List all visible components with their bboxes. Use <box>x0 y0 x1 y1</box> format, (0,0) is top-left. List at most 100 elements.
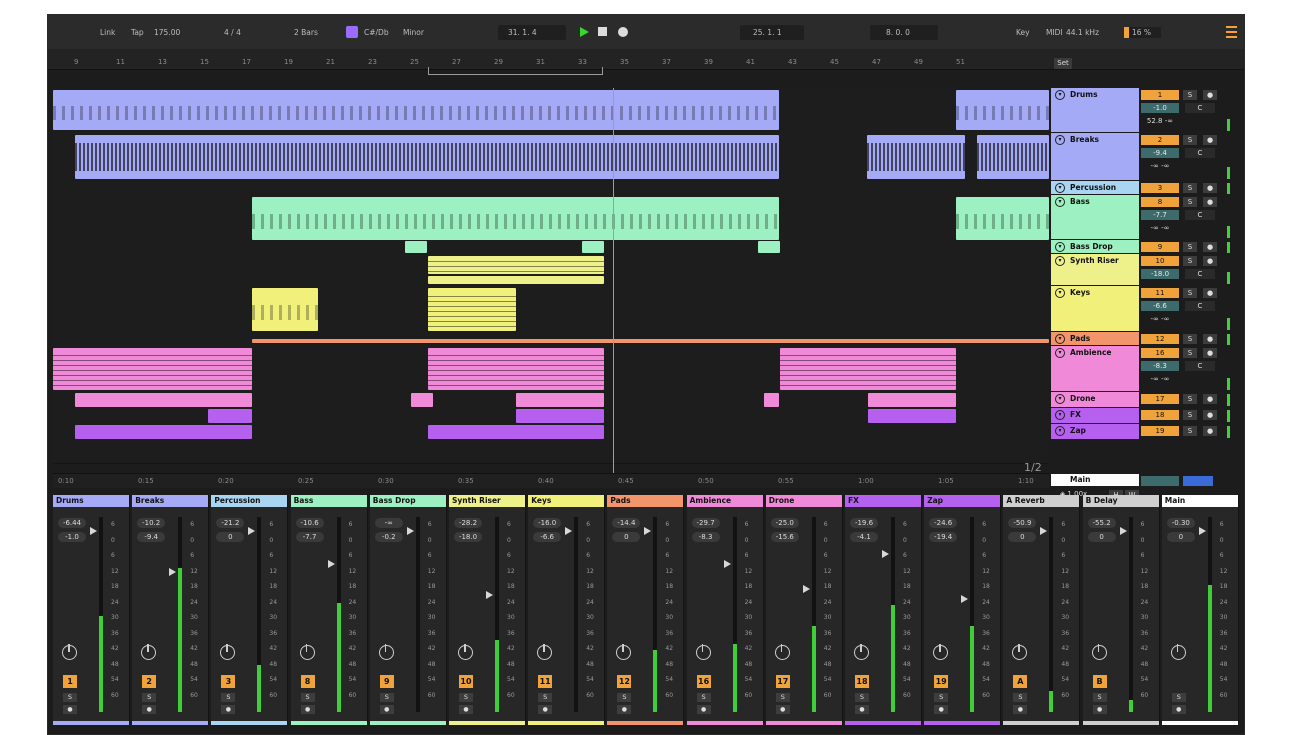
track-header[interactable]: ▾ Synth Riser <box>1051 254 1139 286</box>
volume-fader[interactable] <box>882 550 889 558</box>
main-track-header[interactable]: Main <box>1051 474 1139 486</box>
loop-length[interactable]: 8. 0. 0 <box>886 28 910 38</box>
set-button[interactable]: Set <box>1054 58 1072 69</box>
strip-name[interactable]: Drums <box>53 495 129 507</box>
clip-bass[interactable] <box>956 197 1049 240</box>
strip-volume-value[interactable]: -0.2 <box>374 532 403 542</box>
track-header[interactable]: ▾ Zap <box>1051 424 1139 440</box>
strip-volume-value[interactable]: -6.6 <box>533 532 562 542</box>
arm-button[interactable]: ● <box>934 705 949 714</box>
arm-button[interactable]: ● <box>1203 288 1217 298</box>
fold-icon[interactable]: ▾ <box>1055 197 1065 207</box>
solo-button[interactable]: S <box>1183 242 1197 252</box>
pan-knob-icon[interactable] <box>141 644 157 660</box>
arm-button[interactable]: ● <box>1203 135 1217 145</box>
strip-name[interactable]: A Reverb <box>1003 495 1080 507</box>
pan-knob-icon[interactable] <box>458 644 473 660</box>
clip-breaks[interactable] <box>867 135 965 179</box>
time-signature[interactable]: 4 / 4 <box>224 28 241 38</box>
clip-keys[interactable] <box>428 288 516 331</box>
clip-fx[interactable] <box>208 409 252 423</box>
scale-mode-icon[interactable] <box>346 26 358 38</box>
volume-fader[interactable] <box>406 527 414 535</box>
track-volume[interactable]: -9.4 <box>1141 148 1179 158</box>
clip-fx[interactable] <box>868 409 956 423</box>
track-activator[interactable]: B <box>1092 675 1107 688</box>
fold-icon[interactable]: ▾ <box>1055 288 1065 298</box>
track-header[interactable]: ▾ Pads <box>1051 332 1139 346</box>
solo-button[interactable]: S <box>1092 693 1107 702</box>
arm-button[interactable]: ● <box>1203 256 1217 266</box>
strip-name[interactable]: Zap <box>924 495 1001 507</box>
solo-button[interactable]: S <box>1183 288 1197 298</box>
quantize-menu[interactable]: 2 Bars <box>294 28 318 38</box>
solo-button[interactable]: S <box>934 693 949 702</box>
pan-knob-icon[interactable] <box>299 644 315 660</box>
strip-name[interactable]: Drone <box>765 495 842 507</box>
fold-icon[interactable]: ▾ <box>1055 256 1065 266</box>
strip-name[interactable]: Bass <box>290 495 367 507</box>
track-pan[interactable]: C <box>1185 269 1215 279</box>
volume-fader[interactable] <box>90 527 97 535</box>
arm-button[interactable]: ● <box>1203 410 1217 420</box>
clip-ambience[interactable] <box>53 348 252 390</box>
fader-track[interactable] <box>1049 517 1054 712</box>
track-number[interactable]: 18 <box>1141 410 1179 420</box>
fold-icon[interactable]: ▾ <box>1055 410 1065 420</box>
solo-button[interactable]: S <box>1183 90 1197 100</box>
solo-button[interactable]: S <box>1183 183 1197 193</box>
strip-volume-value[interactable]: -4.1 <box>850 532 878 542</box>
strip-volume-value[interactable]: 0 <box>612 532 641 542</box>
track-pan[interactable]: C <box>1185 148 1215 158</box>
arm-button[interactable]: ● <box>1203 348 1217 358</box>
pan-knob-icon[interactable] <box>1091 644 1107 660</box>
solo-button[interactable]: S <box>696 693 711 702</box>
solo-button[interactable]: S <box>1183 197 1197 207</box>
arm-button[interactable]: ● <box>379 705 394 714</box>
fold-icon[interactable]: ▾ <box>1055 394 1065 404</box>
track-pan[interactable]: C <box>1185 301 1215 311</box>
track-header[interactable]: ▾ Ambience <box>1051 346 1139 392</box>
track-number[interactable]: 9 <box>1141 242 1179 252</box>
solo-button[interactable]: S <box>1183 426 1197 436</box>
pan-knob-icon[interactable] <box>774 644 790 660</box>
clip-zap[interactable] <box>75 425 252 439</box>
loop-start[interactable]: 25. 1. 1 <box>753 28 782 38</box>
fold-icon[interactable]: ▾ <box>1055 90 1065 100</box>
strip-volume-value[interactable]: 0 <box>1087 532 1116 542</box>
time-ruler[interactable]: 0:10 0:15 0:20 0:25 0:30 0:35 0:40 0:45 0:50 0:55… <box>53 473 1049 488</box>
strip-volume-value[interactable]: 0 <box>1166 532 1195 542</box>
track-activator[interactable]: 17 <box>775 675 790 688</box>
track-number[interactable]: 19 <box>1141 426 1179 436</box>
track-activator[interactable]: 1 <box>63 675 77 688</box>
scale-select[interactable]: Minor <box>403 28 424 38</box>
track-volume[interactable]: -6.6 <box>1141 301 1179 311</box>
volume-fader[interactable] <box>248 527 256 535</box>
strip-name[interactable]: Pads <box>607 495 684 507</box>
track-lane[interactable] <box>53 240 1049 255</box>
track-activator[interactable]: A <box>1013 675 1028 688</box>
track-number[interactable]: 10 <box>1141 256 1179 266</box>
strip-volume-value[interactable]: -18.0 <box>454 532 482 542</box>
volume-fader[interactable] <box>961 595 969 603</box>
clip-drone[interactable] <box>764 393 779 407</box>
track-volume[interactable]: -18.0 <box>1141 269 1179 279</box>
clip-drone[interactable] <box>868 393 956 407</box>
track-header[interactable]: ▾ Bass <box>1051 195 1139 240</box>
solo-button[interactable]: S <box>1171 693 1186 702</box>
track-pan[interactable]: C <box>1185 210 1215 220</box>
stop-icon[interactable] <box>598 27 607 36</box>
track-activator[interactable]: 2 <box>142 675 157 688</box>
volume-fader[interactable] <box>723 560 731 568</box>
arm-button[interactable]: ● <box>221 705 236 714</box>
clip-bass-drop[interactable] <box>405 241 427 253</box>
fold-icon[interactable]: ▾ <box>1055 348 1065 358</box>
solo-button[interactable]: S <box>221 693 236 702</box>
midi-map-button[interactable]: MIDI <box>1046 28 1063 38</box>
strip-name[interactable]: Ambience <box>686 495 763 507</box>
clip-synth-riser[interactable] <box>428 276 604 284</box>
clip-keys[interactable] <box>252 288 318 331</box>
track-activator[interactable]: 18 <box>855 675 869 688</box>
solo-button[interactable]: S <box>1183 410 1197 420</box>
track-activator[interactable]: 19 <box>934 675 949 688</box>
